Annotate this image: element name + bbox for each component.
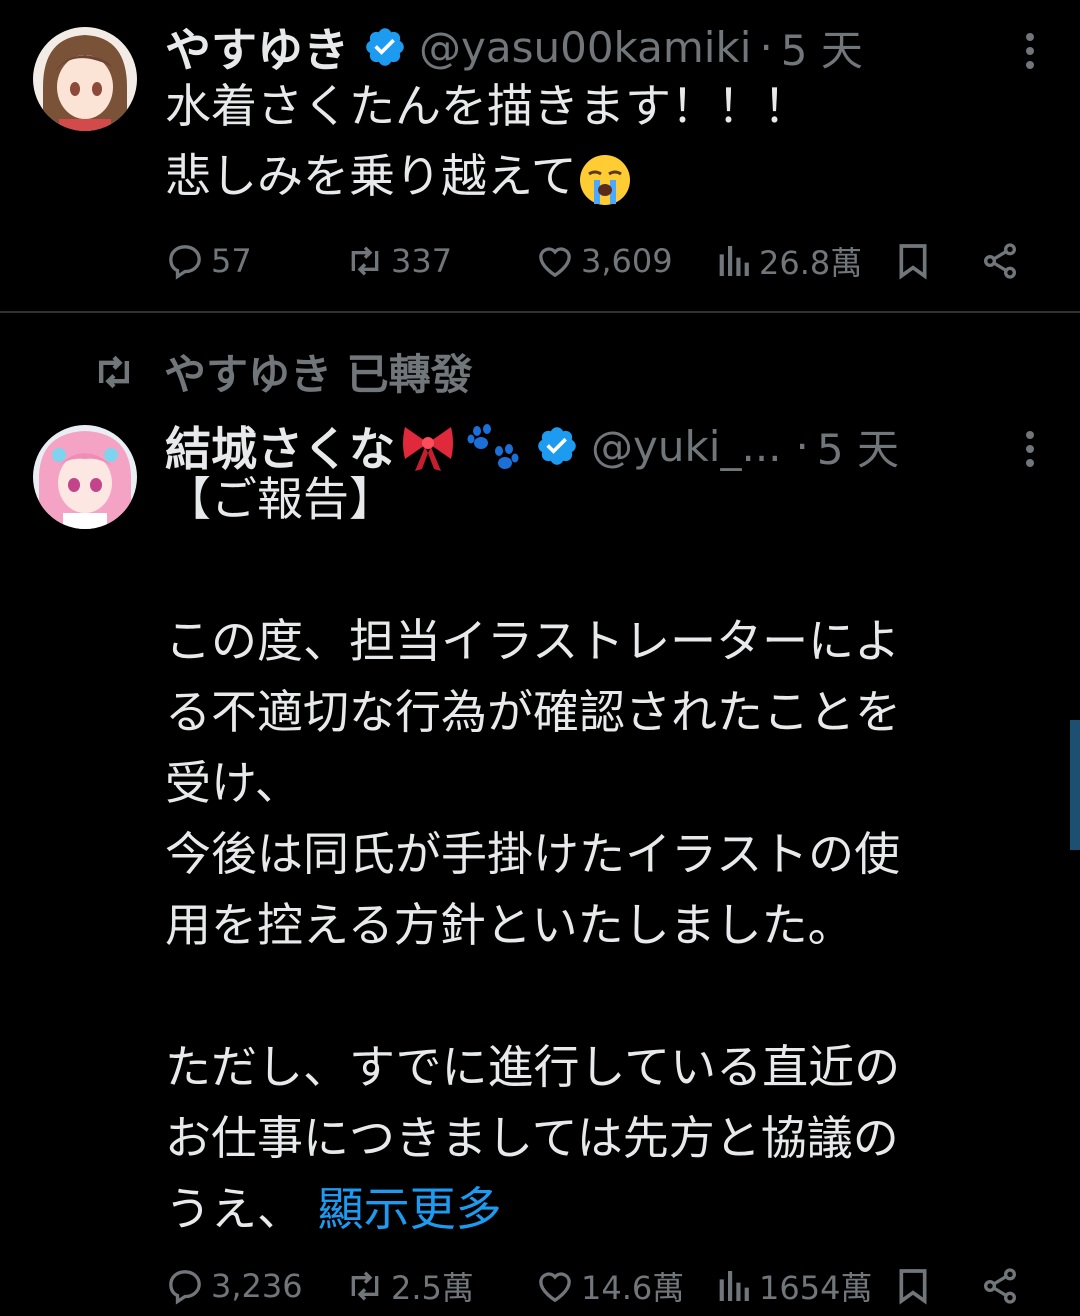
reply-count: 57 bbox=[211, 242, 252, 280]
views-button[interactable]: 1654萬 bbox=[713, 1256, 872, 1316]
scrollbar[interactable] bbox=[1070, 720, 1080, 850]
verified-badge-icon bbox=[538, 427, 576, 465]
tweet-line: 受け、 bbox=[165, 756, 301, 810]
tweet-2[interactable]: やすゆき 已轉發 結城さくな @yuki_... · 5 天 【ご報告】 この度… bbox=[0, 313, 1080, 1314]
like-button[interactable]: 3,609 bbox=[535, 231, 673, 291]
retweet-count: 337 bbox=[391, 242, 453, 280]
action-bar: 3,236 2.5萬 14.6萬 1654萬 bbox=[165, 1256, 1045, 1316]
retweet-icon bbox=[351, 1271, 379, 1301]
timestamp[interactable]: 5 天 bbox=[781, 17, 863, 78]
retweet-icon bbox=[351, 246, 379, 276]
share-icon bbox=[984, 243, 1016, 279]
tweet-1[interactable]: やすゆき @yasu00kamiki · 5 天 水着さくたんを描きます！！！ … bbox=[0, 0, 1080, 312]
view-count: 26.8萬 bbox=[759, 244, 863, 282]
share-icon bbox=[984, 1268, 1016, 1304]
loudly-crying-face-icon bbox=[579, 154, 630, 205]
tweet-line: この度、担当イラストレーターによ bbox=[165, 614, 901, 668]
reply-button[interactable]: 3,236 bbox=[165, 1256, 303, 1316]
verified-badge-icon bbox=[366, 28, 404, 66]
avatar[interactable] bbox=[33, 425, 137, 529]
show-more-link[interactable]: 顯示更多 bbox=[318, 1182, 502, 1236]
avatar[interactable] bbox=[33, 27, 137, 131]
bookmark-icon bbox=[899, 244, 927, 280]
views-button[interactable]: 26.8萬 bbox=[713, 231, 862, 291]
like-count: 3,609 bbox=[581, 242, 673, 280]
retweet-context[interactable]: やすゆき 已轉發 bbox=[92, 341, 473, 402]
separator: · bbox=[759, 22, 773, 72]
tweet-text: 水着さくたんを描きます！！！ 悲しみを乗り越えて bbox=[165, 71, 809, 211]
reply-icon bbox=[169, 245, 201, 280]
more-options-icon[interactable] bbox=[1024, 429, 1036, 469]
bookmark-button[interactable] bbox=[893, 1256, 939, 1316]
share-button[interactable] bbox=[980, 1256, 1026, 1316]
tweet-line: お仕事につきましては先方と協議の bbox=[165, 1111, 899, 1165]
analytics-icon bbox=[719, 246, 749, 276]
tweet-line: ただし、すでに進行している直近の bbox=[165, 1040, 901, 1094]
view-count: 1654萬 bbox=[759, 1269, 873, 1307]
reply-count: 3,236 bbox=[211, 1267, 303, 1305]
tweet-line: 今後は同氏が手掛けたイラストの使 bbox=[165, 827, 901, 881]
retweet-count: 2.5萬 bbox=[391, 1269, 474, 1307]
share-button[interactable] bbox=[980, 231, 1026, 291]
tweet-line: 水着さくたんを描きます！！！ bbox=[165, 79, 809, 133]
tweet-line: うえ、 bbox=[165, 1182, 303, 1236]
retweet-context-label: やすゆき 已轉發 bbox=[164, 350, 473, 399]
bookmark-icon bbox=[899, 1269, 927, 1305]
heart-icon bbox=[539, 247, 571, 278]
more-options-icon[interactable] bbox=[1024, 31, 1036, 71]
tweet-line: 【ご報告】 bbox=[165, 472, 395, 526]
retweet-icon bbox=[98, 355, 130, 388]
tweet-text: 【ご報告】 この度、担当イラストレーターによ る不適切な行為が確認されたことを … bbox=[165, 464, 901, 1245]
like-count: 14.6萬 bbox=[581, 1269, 685, 1307]
tweet-line: 悲しみを乗り越えて bbox=[165, 149, 577, 203]
bookmark-button[interactable] bbox=[893, 231, 939, 291]
tweet-line: 用を控える方針といたしました。 bbox=[165, 898, 854, 952]
like-button[interactable]: 14.6萬 bbox=[535, 1256, 684, 1316]
handle[interactable]: @yasu00kamiki bbox=[419, 23, 751, 72]
retweet-button[interactable]: 337 bbox=[345, 231, 452, 291]
action-bar: 57 337 3,609 26.8萬 bbox=[165, 231, 1045, 291]
retweet-button[interactable]: 2.5萬 bbox=[345, 1256, 474, 1316]
heart-icon bbox=[539, 1272, 571, 1303]
tweet-line: る不適切な行為が確認されたことを bbox=[165, 685, 901, 739]
reply-button[interactable]: 57 bbox=[165, 231, 252, 291]
reply-icon bbox=[169, 1270, 201, 1305]
analytics-icon bbox=[719, 1271, 749, 1301]
